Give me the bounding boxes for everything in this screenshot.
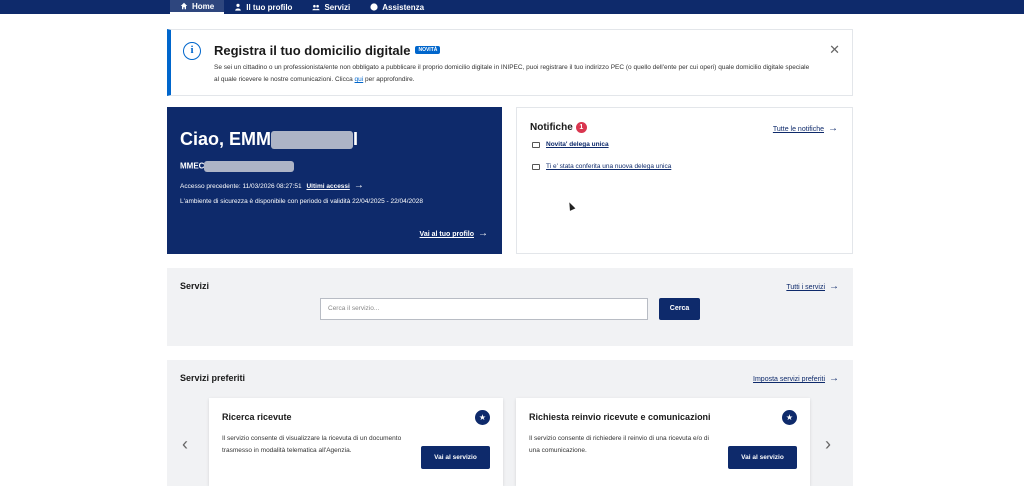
profile-link[interactable]: Vai al tuo profilo → <box>420 228 488 239</box>
last-access: Accesso precedente: 11/03/2026 08:27:51 … <box>180 180 364 191</box>
banner-more-link[interactable]: qui <box>355 76 364 83</box>
info-icon <box>370 3 378 11</box>
arrow-right-icon: → <box>353 180 364 191</box>
favorites-title: Servizi preferiti <box>180 373 246 383</box>
service-search-input[interactable]: Cerca il servizio... <box>320 298 648 320</box>
redacted-name <box>271 131 354 150</box>
banner-title-text: Registra il tuo domicilio digitale <box>214 43 411 58</box>
info-icon: i <box>183 42 201 60</box>
chevron-left-icon[interactable]: ‹ <box>182 434 188 455</box>
arrow-right-icon: → <box>828 123 838 134</box>
all-services-link[interactable]: Tutti i servizi → <box>786 281 839 292</box>
greeting-prefix: Ciao, EMM <box>180 129 272 149</box>
service-card-description: Il servizio consente di visualizzare la … <box>222 435 402 454</box>
notification-count-badge: 1 <box>575 122 587 133</box>
envelope-icon <box>532 141 540 148</box>
arrow-right-icon: → <box>478 228 488 239</box>
home-icon <box>180 2 188 10</box>
close-icon[interactable]: ✕ <box>829 42 840 58</box>
service-card: Ricerca ricevute ★ Il servizio consente … <box>209 398 503 486</box>
top-navigation: Home Il tuo profilo Servizi Assistenza <box>0 0 1024 14</box>
all-services-label: Tutti i servizi <box>786 284 825 291</box>
fiscal-code: MMEC <box>180 161 295 172</box>
favorite-services-section: Servizi preferiti Imposta servizi prefer… <box>167 360 853 486</box>
nav-item-label: Home <box>192 1 215 11</box>
last-access-label: Accesso precedente: 11/03/2026 08:27:51 <box>180 183 302 190</box>
set-favorites-link[interactable]: Imposta servizi preferiti → <box>753 373 839 384</box>
banner-text: Se sei un cittadino o un professionista/… <box>214 62 814 86</box>
fiscal-code-prefix: MMEC <box>180 161 205 171</box>
profile-link-label: Vai al tuo profilo <box>419 231 474 238</box>
star-icon[interactable]: ★ <box>782 410 797 425</box>
notification-item[interactable]: Novita' delega unica <box>532 141 609 148</box>
nav-item-profile[interactable]: Il tuo profilo <box>224 0 302 14</box>
nav-item-assistance[interactable]: Assistenza <box>360 0 434 14</box>
greeting: Ciao, EMM I <box>180 129 358 150</box>
notification-item[interactable]: Ti e' stata conferita una nuova delega u… <box>532 163 671 170</box>
arrow-right-icon: → <box>829 373 839 384</box>
notifications-title-text: Notifiche <box>530 122 573 134</box>
digital-domicile-banner: i Registra il tuo domicilio digitale NOVI… <box>167 29 853 96</box>
service-card-title: Ricerca ricevute <box>222 412 292 422</box>
arrow-right-icon: → <box>829 281 839 292</box>
notifications-title: Notifiche 1 <box>530 122 587 133</box>
nav-item-label: Il tuo profilo <box>246 2 293 12</box>
redacted-code <box>204 161 295 172</box>
nav-item-label: Servizi <box>324 2 351 12</box>
nav-item-services[interactable]: Servizi <box>302 0 360 14</box>
service-card-title: Richiesta reinvio ricevute e comunicazio… <box>529 412 711 422</box>
welcome-card: Ciao, EMM I MMEC Accesso precedente: 11/0… <box>167 107 502 254</box>
nav-items: Home Il tuo profilo Servizi Assistenza <box>170 0 434 14</box>
star-icon[interactable]: ★ <box>475 410 490 425</box>
chevron-right-icon[interactable]: › <box>825 434 831 455</box>
set-favorites-label: Imposta servizi preferiti <box>753 376 825 383</box>
banner-title: Registra il tuo domicilio digitale NOVITÀ <box>214 43 441 58</box>
search-button[interactable]: Cerca <box>659 298 700 320</box>
banner-text-before: Se sei un cittadino o un professionista/… <box>214 64 810 83</box>
service-card: Richiesta reinvio ricevute e comunicazio… <box>516 398 810 486</box>
go-to-service-button[interactable]: Vai al servizio <box>421 446 490 469</box>
service-card-description: Il servizio consente di richiedere il re… <box>529 435 709 454</box>
services-section: Servizi Tutti i servizi → Cerca il serviz… <box>167 268 853 346</box>
nav-item-home[interactable]: Home <box>170 0 225 14</box>
user-icon <box>235 3 242 11</box>
services-title: Servizi <box>180 281 210 291</box>
go-to-service-button[interactable]: Vai al servizio <box>728 446 797 469</box>
all-notifications-link[interactable]: Tutte le notifiche → <box>773 123 838 134</box>
all-notifications-label: Tutte le notifiche <box>772 126 824 133</box>
notification-label: Ti e' stata conferita una nuova delega u… <box>546 163 672 170</box>
security-info: L'ambiente di sicurezza è disponibile co… <box>180 198 423 205</box>
services-icon <box>312 4 321 11</box>
notifications-panel: Notifiche 1 Tutte le notifiche → Novita' d… <box>516 107 853 254</box>
envelope-icon <box>532 163 540 170</box>
new-badge: NOVITÀ <box>415 45 441 54</box>
banner-text-after: per approfondire. <box>363 76 415 83</box>
last-access-link[interactable]: Ultimi accessi <box>306 183 349 190</box>
notification-label: Novita' delega unica <box>546 141 609 148</box>
nav-item-label: Assistenza <box>382 2 425 12</box>
greeting-suffix: I <box>353 129 359 149</box>
